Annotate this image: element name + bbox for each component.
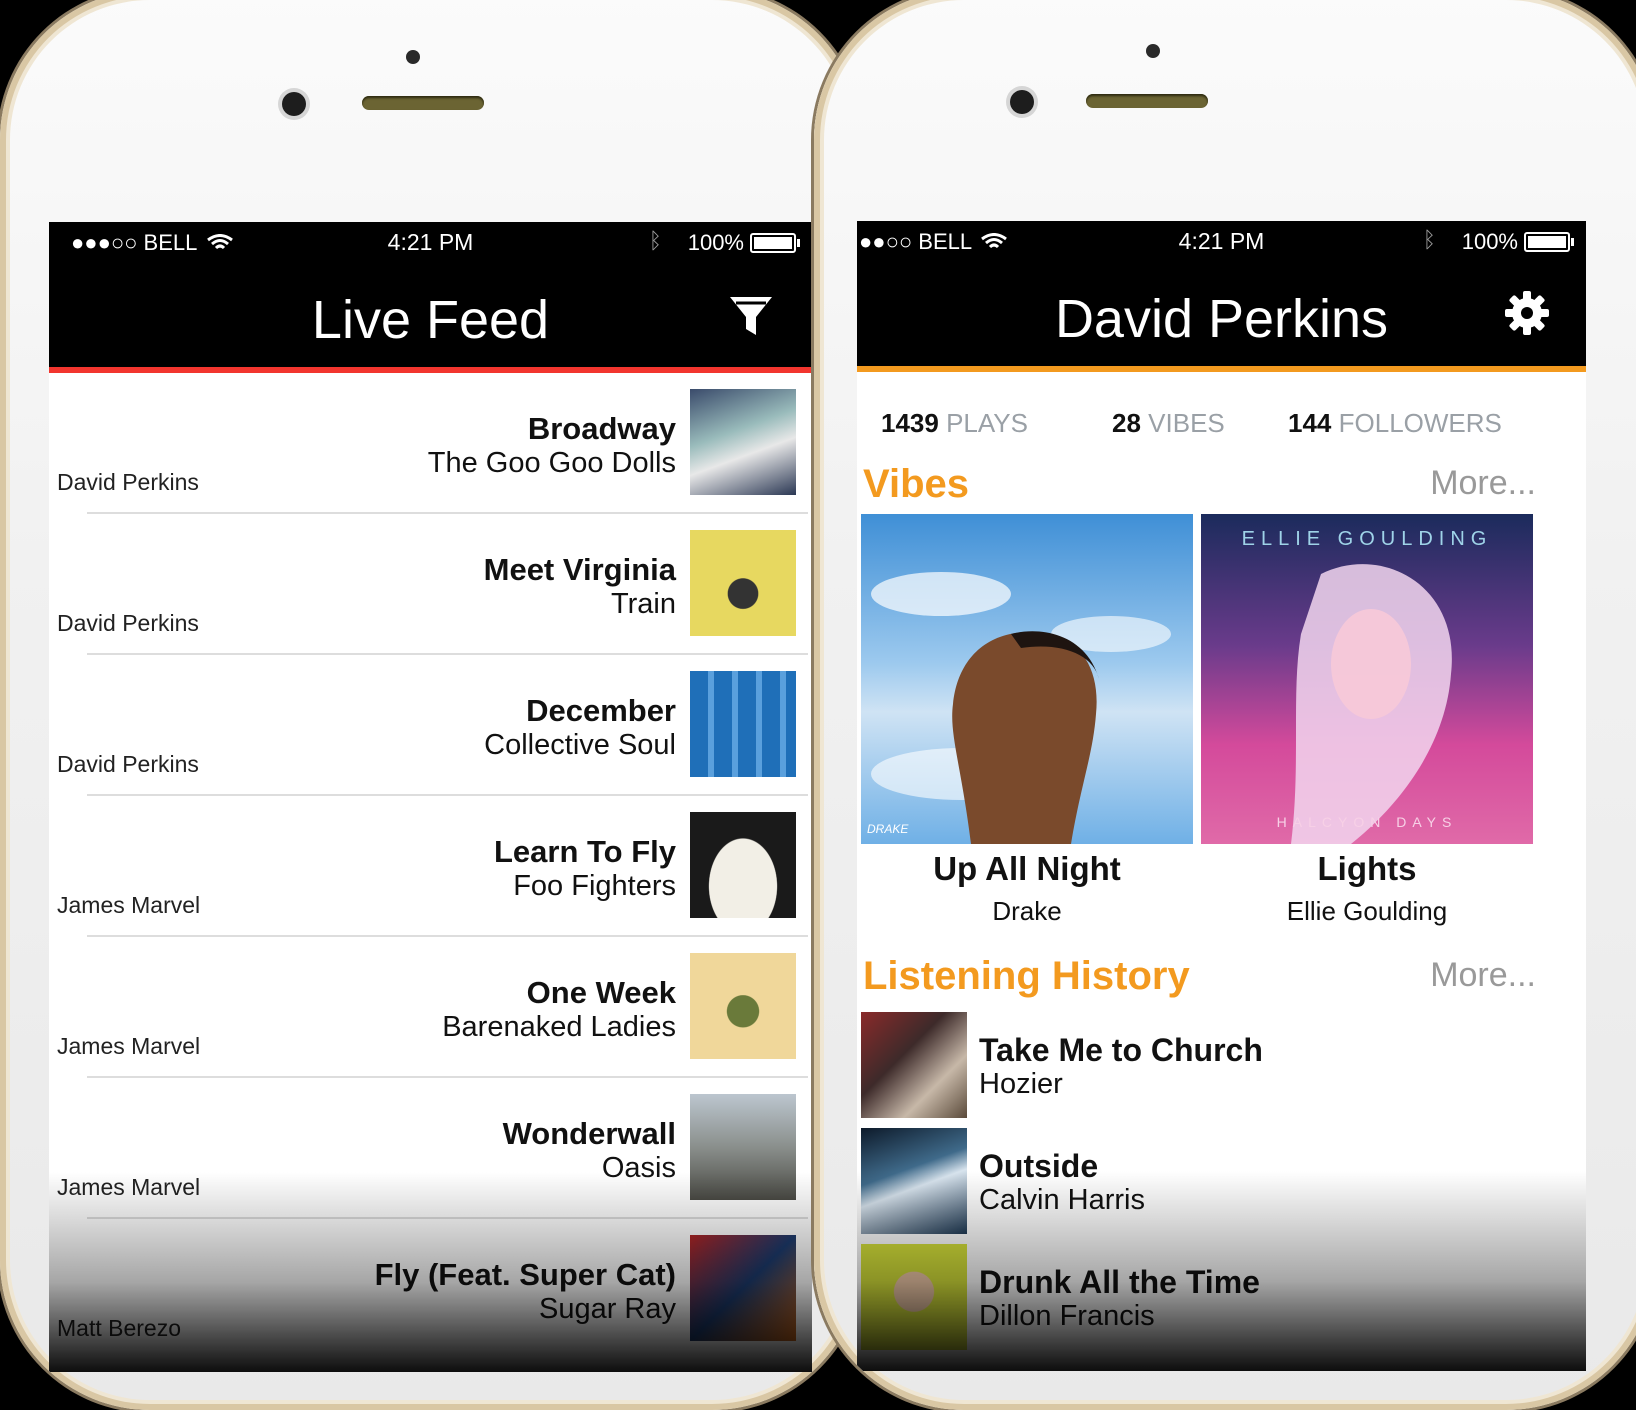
feed-song-title: Meet Virginia xyxy=(483,552,676,587)
battery-icon xyxy=(750,233,800,253)
feed-user[interactable]: Matt Berezo xyxy=(57,1315,181,1342)
profile-stats: 1439 PLAYS 28 VIBES 144 FOLLOWERS xyxy=(857,372,1586,462)
earpiece-speaker xyxy=(362,96,484,110)
feed-item[interactable]: Matt Berezo Fly (Feat. Super Cat) Sugar … xyxy=(49,1219,812,1360)
filter-funnel-icon[interactable] xyxy=(728,295,774,339)
status-bar: ●●○○ BELL 4:21 PM ᛒ 100% xyxy=(857,221,1586,260)
live-feed-screen: ●●●○○ BELL 4:21 PM ᛒ 100% Live Feed Davi… xyxy=(49,222,812,1372)
album-art[interactable] xyxy=(861,1128,967,1234)
history-artist: Dillon Francis xyxy=(979,1300,1155,1332)
battery-icon xyxy=(1524,232,1574,252)
status-bar: ●●●○○ BELL 4:21 PM ᛒ 100% xyxy=(49,222,812,261)
battery-percent: 100% xyxy=(687,230,744,255)
battery-percent: 100% xyxy=(1461,229,1518,254)
proximity-sensor xyxy=(406,50,420,64)
history-item[interactable]: Take Me to Church Hozier xyxy=(857,1012,1586,1128)
feed-user[interactable]: James Marvel xyxy=(57,1174,200,1201)
history-artist: Hozier xyxy=(979,1068,1063,1100)
feed-song-title: Broadway xyxy=(527,411,676,446)
album-art[interactable] xyxy=(861,1012,967,1118)
bluetooth-icon: ᛒ xyxy=(648,228,662,253)
history-artist: Calvin Harris xyxy=(979,1184,1145,1216)
feed-item[interactable]: David Perkins December Collective Soul xyxy=(49,655,812,796)
portrait-illustration xyxy=(1291,564,1452,844)
cover-signature: DRAKE xyxy=(867,822,909,836)
page-title: David Perkins xyxy=(1054,289,1389,349)
album-art[interactable] xyxy=(690,671,796,777)
proximity-sensor xyxy=(1146,44,1160,58)
feed-song-title: Wonderwall xyxy=(502,1116,676,1151)
feed-artist: Sugar Ray xyxy=(538,1293,676,1325)
cover-artist-text: ELLIE GOULDING xyxy=(1241,528,1493,550)
vibe-artist: Ellie Goulding xyxy=(1286,896,1448,926)
feed-song-title: Learn To Fly xyxy=(493,834,676,869)
front-camera xyxy=(282,92,306,116)
nav-bar: David Perkins xyxy=(857,260,1586,366)
nav-bar: Live Feed xyxy=(49,261,812,367)
album-art[interactable] xyxy=(690,1235,796,1341)
vibe-title: Up All Night xyxy=(933,850,1121,887)
vibe-title: Lights xyxy=(1317,850,1417,887)
feed-artist: Oasis xyxy=(601,1152,676,1184)
history-item[interactable]: Drunk All the Time Dillon Francis xyxy=(857,1244,1586,1360)
vibes-grid: DRAKE Up All Night Drake ELLIE GOULDING … xyxy=(857,514,1586,954)
feed-artist: Barenaked Ladies xyxy=(442,1011,676,1043)
history-title: Drunk All the Time xyxy=(979,1264,1260,1300)
feed-list[interactable]: David Perkins Broadway The Goo Goo Dolls… xyxy=(49,373,812,1360)
album-art[interactable] xyxy=(861,1244,967,1350)
feed-user[interactable]: James Marvel xyxy=(57,892,200,919)
stat-followers[interactable]: 144 FOLLOWERS xyxy=(1288,408,1502,439)
vibe-artist: Drake xyxy=(992,896,1062,926)
page-title: Live Feed xyxy=(311,290,550,350)
feed-user[interactable]: James Marvel xyxy=(57,1033,200,1060)
feed-item[interactable]: James Marvel One Week Barenaked Ladies xyxy=(49,937,812,1078)
feed-item[interactable]: James Marvel Learn To Fly Foo Fighters xyxy=(49,796,812,937)
cover-album-text: HALCYON DAYS xyxy=(1276,814,1458,830)
vibe-cover[interactable]: ELLIE GOULDING HALCYON DAYS xyxy=(1201,514,1533,844)
front-camera xyxy=(1010,90,1034,114)
feed-song-title: One Week xyxy=(526,975,676,1010)
vibe-card[interactable]: ELLIE GOULDING HALCYON DAYS Lights Ellie… xyxy=(1201,514,1533,927)
history-list[interactable]: Take Me to Church Hozier Outside Calvin … xyxy=(857,1012,1586,1360)
history-title: Outside xyxy=(979,1148,1099,1184)
album-art[interactable] xyxy=(690,812,796,918)
feed-item[interactable]: David Perkins Meet Virginia Train xyxy=(49,514,812,655)
vibes-heading: Vibes xyxy=(863,462,969,506)
stat-plays[interactable]: 1439 PLAYS xyxy=(881,408,1028,439)
phone-left: ●●●○○ BELL 4:21 PM ᛒ 100% Live Feed Davi… xyxy=(0,0,862,1410)
feed-user[interactable]: David Perkins xyxy=(57,610,199,637)
vibe-cover[interactable]: DRAKE xyxy=(861,514,1193,844)
album-art[interactable] xyxy=(690,389,796,495)
feed-artist: Collective Soul xyxy=(484,729,676,761)
vibe-card[interactable]: DRAKE Up All Night Drake xyxy=(861,514,1193,927)
feed-user[interactable]: David Perkins xyxy=(57,751,199,778)
feed-user[interactable]: David Perkins xyxy=(57,469,199,496)
album-art[interactable] xyxy=(690,530,796,636)
feed-item[interactable]: James Marvel Wonderwall Oasis xyxy=(49,1078,812,1219)
album-art[interactable] xyxy=(690,953,796,1059)
album-art[interactable] xyxy=(690,1094,796,1200)
feed-song-title: Fly (Feat. Super Cat) xyxy=(374,1257,676,1292)
vibes-more-link[interactable]: More... xyxy=(1430,464,1536,503)
profile-screen: ●●○○ BELL 4:21 PM ᛒ 100% David Perkins 1… xyxy=(857,221,1586,1371)
phone-right: ●●○○ BELL 4:21 PM ᛒ 100% David Perkins 1… xyxy=(814,0,1636,1410)
gear-icon[interactable] xyxy=(1504,290,1550,336)
bluetooth-icon: ᛒ xyxy=(1422,227,1436,252)
portrait-illustration xyxy=(871,572,1171,844)
history-more-link[interactable]: More... xyxy=(1430,956,1536,995)
stat-vibes[interactable]: 28 VIBES xyxy=(1112,408,1225,439)
earpiece-speaker xyxy=(1086,94,1208,108)
history-header: Listening History More... xyxy=(857,954,1586,1012)
feed-artist: Foo Fighters xyxy=(513,870,676,902)
vibes-header: Vibes More... xyxy=(857,462,1586,514)
feed-artist: Train xyxy=(611,588,676,620)
feed-item[interactable]: David Perkins Broadway The Goo Goo Dolls xyxy=(49,373,812,514)
history-heading: Listening History xyxy=(863,954,1190,998)
feed-song-title: December xyxy=(526,693,676,728)
feed-artist: The Goo Goo Dolls xyxy=(427,447,676,479)
history-item[interactable]: Outside Calvin Harris xyxy=(857,1128,1586,1244)
history-title: Take Me to Church xyxy=(979,1032,1263,1068)
